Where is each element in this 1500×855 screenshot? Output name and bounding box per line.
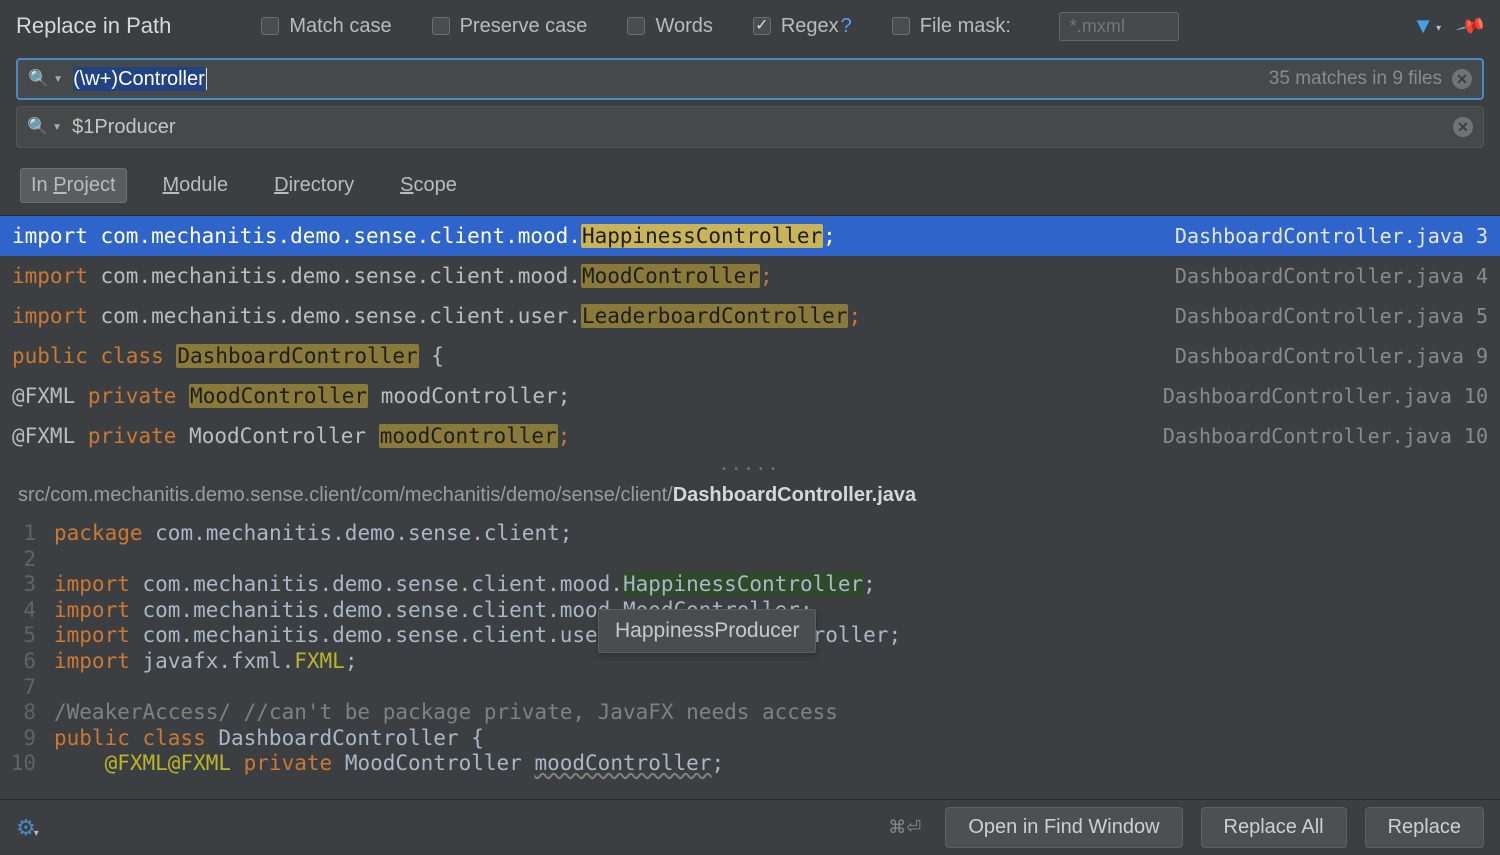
checkbox-icon: [432, 17, 450, 35]
scope-module[interactable]: Module: [153, 169, 239, 202]
dialog-header: Replace in Path Match case Preserve case…: [0, 0, 1500, 52]
pin-icon[interactable]: 📌: [1455, 9, 1489, 43]
result-row[interactable]: import com.mechanitis.demo.sense.client.…: [0, 256, 1500, 296]
words-checkbox[interactable]: Words: [627, 15, 712, 38]
words-label: Words: [655, 15, 712, 38]
result-location: DashboardController.java 4: [1163, 264, 1488, 288]
scope-tabs: In Project Module Directory Scope: [0, 154, 1500, 216]
replace-all-button[interactable]: Replace All: [1201, 807, 1347, 848]
editor-line: 7: [0, 675, 1500, 701]
scope-directory[interactable]: Directory: [264, 169, 364, 202]
regex-help-link[interactable]: ?: [841, 15, 852, 38]
result-location: DashboardController.java 10: [1151, 384, 1488, 408]
editor-line: 2: [0, 547, 1500, 573]
editor-line: 1package com.mechanitis.demo.sense.clien…: [0, 521, 1500, 547]
replace-value: $1Producer: [72, 116, 175, 139]
result-row[interactable]: @FXML private MoodController moodControl…: [0, 376, 1500, 416]
editor-line: 10 @FXML@FXML private MoodController moo…: [0, 751, 1500, 777]
checkbox-icon: [627, 17, 645, 35]
filter-icon[interactable]: ▼: [1412, 13, 1439, 39]
editor-line: 3import com.mechanitis.demo.sense.client…: [0, 572, 1500, 598]
result-row[interactable]: @FXML private MoodController moodControl…: [0, 416, 1500, 456]
regex-checkbox[interactable]: Regex?: [753, 15, 852, 38]
result-location: DashboardController.java 3: [1163, 224, 1488, 248]
result-row[interactable]: import com.mechanitis.demo.sense.client.…: [0, 296, 1500, 336]
match-case-label: Match case: [289, 15, 391, 38]
result-location: DashboardController.java 10: [1151, 424, 1488, 448]
search-icon: 🔍: [27, 117, 48, 137]
editor-line: 8/WeakerAccess/ //can't be package priva…: [0, 700, 1500, 726]
dialog-title: Replace in Path: [16, 13, 171, 39]
checkbox-icon: [261, 17, 279, 35]
results-list: import com.mechanitis.demo.sense.client.…: [0, 216, 1500, 468]
result-row[interactable]: public class DashboardController {Dashbo…: [0, 336, 1500, 376]
result-row[interactable]: import com.mechanitis.demo.sense.client.…: [0, 216, 1500, 256]
preserve-case-label: Preserve case: [460, 15, 588, 38]
search-icon: 🔍: [28, 69, 49, 89]
clear-icon[interactable]: ✕: [1453, 117, 1473, 137]
editor-line: 9public class DashboardController {: [0, 726, 1500, 752]
file-path: src/com.mechanitis.demo.sense.client/com…: [0, 474, 1500, 517]
dropdown-icon[interactable]: ▼: [53, 74, 63, 85]
regex-label: Regex: [781, 15, 839, 38]
preview-editor[interactable]: HappinessProducer 1package com.mechaniti…: [0, 517, 1500, 777]
match-count: 35 matches in 9 files: [1269, 68, 1442, 90]
result-location: DashboardController.java 5: [1163, 304, 1488, 328]
checkbox-icon: [892, 17, 910, 35]
shortcut-hint: ⌘⏎: [888, 817, 921, 838]
match-case-checkbox[interactable]: Match case: [261, 15, 391, 38]
search-value: (\w+)Controller: [73, 68, 207, 91]
checkbox-checked-icon: [753, 17, 771, 35]
file-mask-checkbox[interactable]: File mask:: [892, 15, 1011, 38]
open-find-window-button[interactable]: Open in Find Window: [945, 807, 1182, 848]
editor-line: 6import javafx.fxml.FXML;: [0, 649, 1500, 675]
result-location: DashboardController.java 9: [1163, 344, 1488, 368]
clear-icon[interactable]: ✕: [1452, 69, 1472, 89]
preserve-case-checkbox[interactable]: Preserve case: [432, 15, 588, 38]
file-mask-label: File mask:: [920, 15, 1011, 38]
footer: ⚙▾ ⌘⏎ Open in Find Window Replace All Re…: [0, 799, 1500, 855]
replace-button[interactable]: Replace: [1365, 807, 1484, 848]
replace-field[interactable]: 🔍 ▼ $1Producer ✕: [16, 106, 1484, 148]
replacement-tooltip: HappinessProducer: [598, 609, 816, 653]
file-mask-input[interactable]: [1059, 12, 1179, 41]
search-field[interactable]: 🔍 ▼ (\w+)Controller 35 matches in 9 files…: [16, 58, 1484, 100]
dropdown-icon[interactable]: ▼: [52, 122, 62, 133]
scope-in-project[interactable]: In Project: [20, 168, 127, 203]
scope-scope[interactable]: Scope: [390, 169, 467, 202]
